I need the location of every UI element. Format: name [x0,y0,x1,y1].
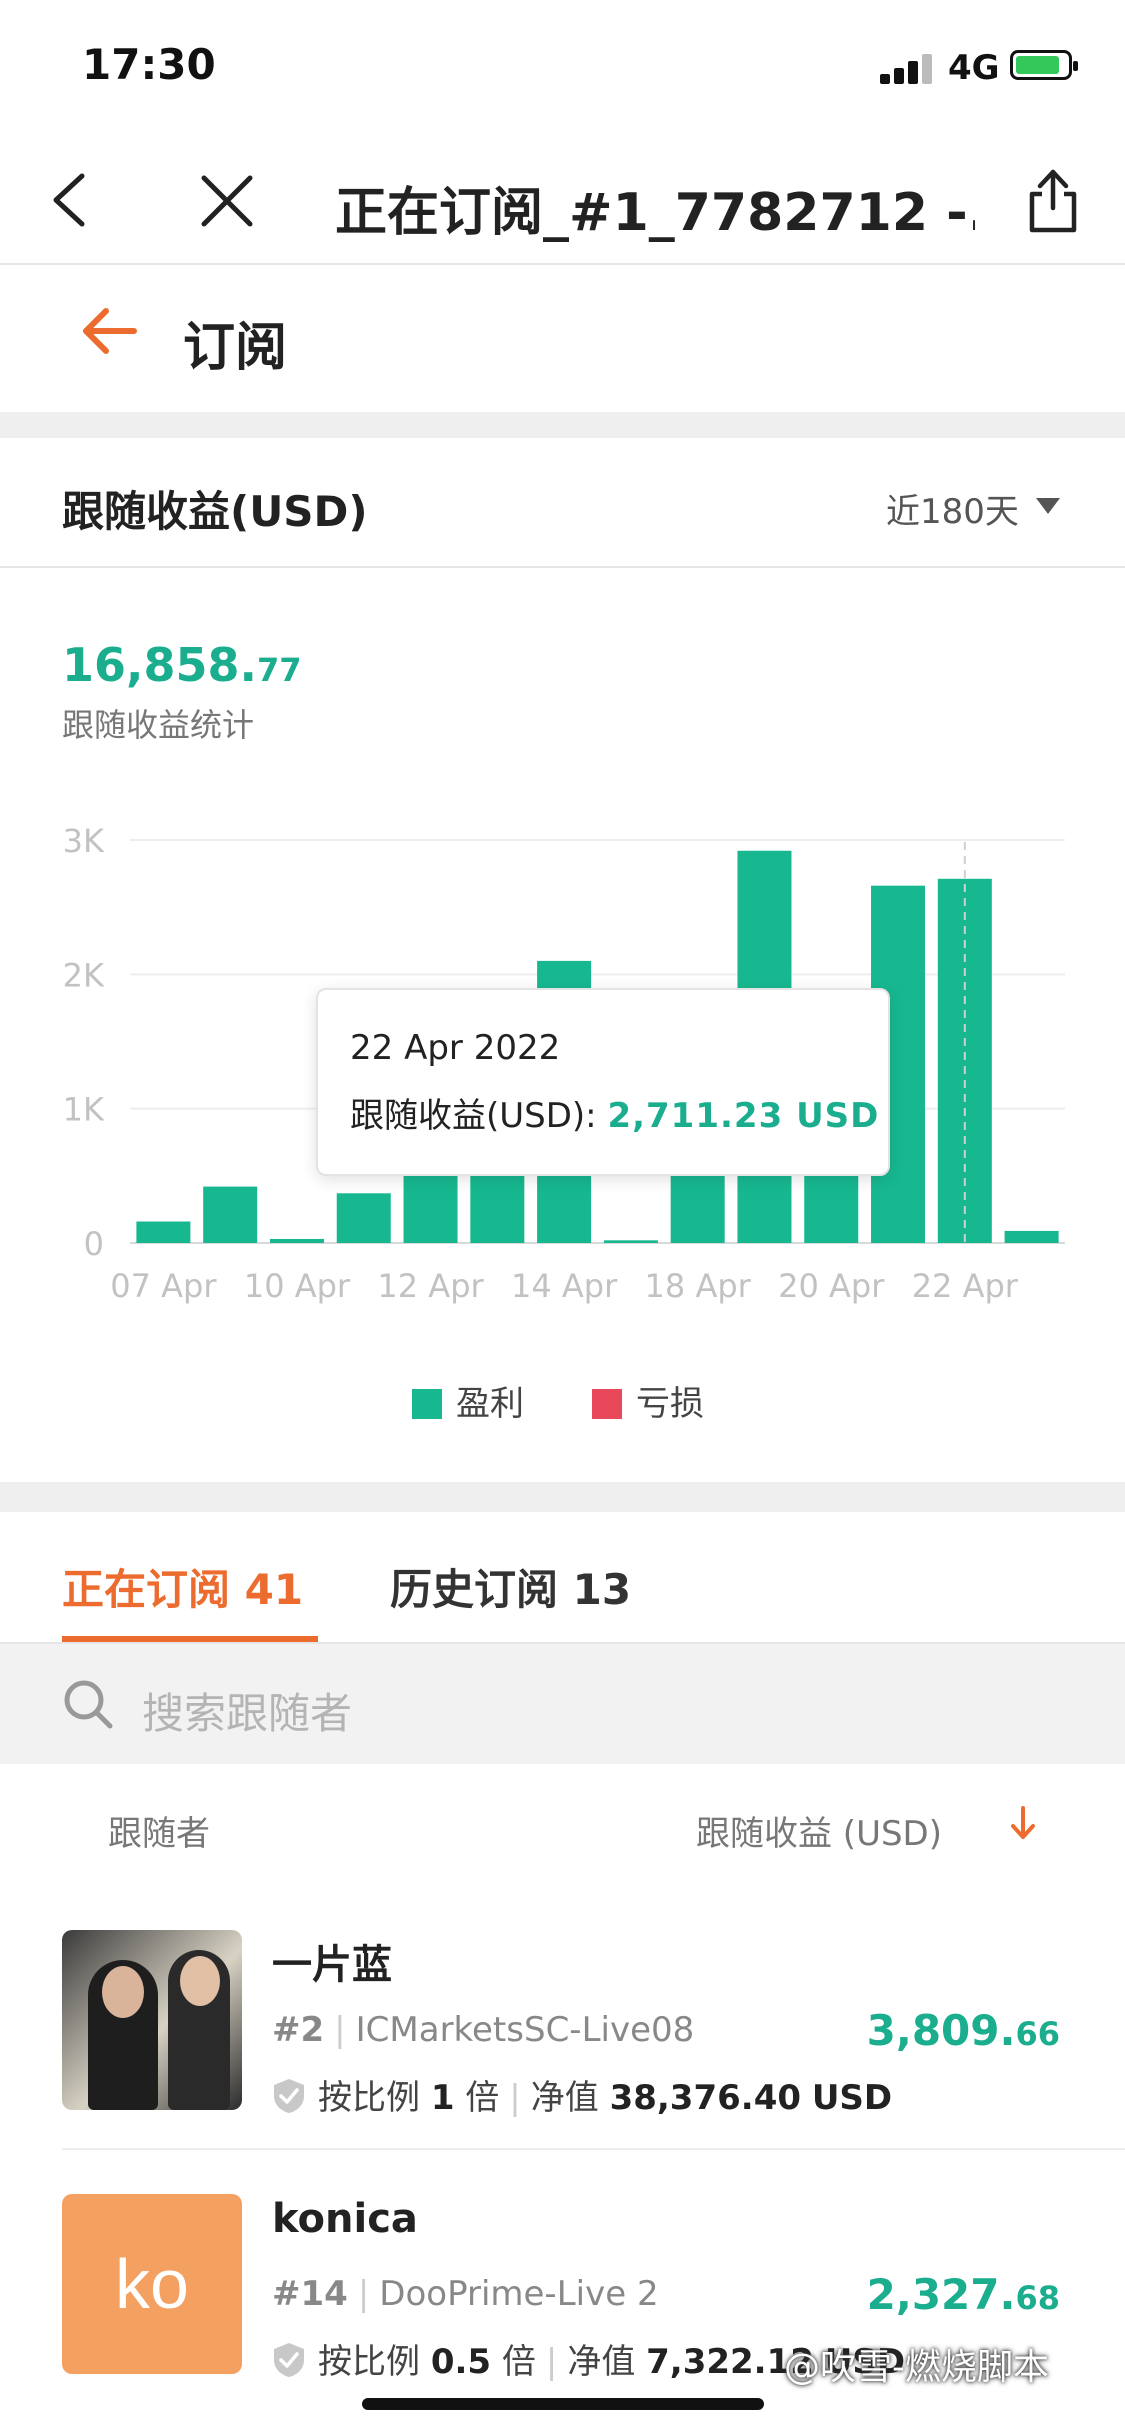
equity-label: 净值 [567,2342,636,2382]
x-tick-label: 10 Apr [244,1267,351,1305]
ratio-value: 1 [430,2078,455,2118]
follower-server: DooPrime-Live 2 [379,2274,659,2314]
total-earnings: 16,858.77 [62,638,302,692]
tooltip-line: 跟随收益(USD): 2,711.23 USD [350,1088,879,1137]
column-earnings[interactable]: 跟随收益 (USD) [696,1806,942,1855]
y-tick-label: 3K [63,822,105,860]
follower-earnings-dec: 66 [1015,2015,1060,2053]
bar [336,1193,391,1243]
follower-earnings-int: 2,327. [866,2270,1016,2319]
x-tick-label: 07 Apr [110,1267,217,1305]
section-gap [0,412,1125,438]
sort-down-icon[interactable] [1008,1804,1038,1844]
ratio-unit: 倍 [501,2342,536,2382]
total-earnings-label: 跟随收益统计 [62,706,255,744]
back-chevron-icon[interactable] [44,170,94,230]
divider [0,566,1125,568]
tab-history-label: 历史订阅 [390,1565,559,1614]
equity-value: 38,376.40 [609,2078,802,2118]
x-tick-label: 14 Apr [511,1267,618,1305]
follower-earnings-dec: 68 [1015,2279,1060,2317]
equity-label: 净值 [530,2078,599,2118]
follower-account: #14 | DooPrime-Live 2 [272,2274,659,2314]
follower-rank: #2 [272,2010,325,2050]
ratio-value: 0.5 [430,2342,492,2382]
follower-name: konica [272,2196,418,2242]
network-type: 4G [948,48,1000,88]
tab-subscribing[interactable]: 正在订阅 41 [62,1556,303,1617]
follower-earnings: 3,809.66 [760,2006,1060,2055]
follower-row[interactable]: 一片蓝 #2 | ICMarketsSC-Live08 3,809.66 按比例 1… [0,1886,1125,2150]
share-icon[interactable] [1024,164,1082,236]
legend-loss-label: 亏损 [636,1384,704,1424]
bar [1004,1230,1059,1243]
bar [203,1186,258,1243]
tooltip-date: 22 Apr 2022 [350,1028,561,1068]
tab-history[interactable]: 历史订阅 13 [390,1556,631,1617]
tab-subscribing-count: 41 [244,1565,304,1614]
tab-history-count: 13 [572,1565,632,1614]
ratio-label: 按比例 [318,2078,420,2118]
period-select[interactable]: 近180天 [886,484,1019,533]
watermark: @吹雪-燃烧脚本 [784,2347,1049,2388]
follower-earnings-int: 3,809. [866,2006,1016,2055]
total-earnings-dec: 77 [256,651,302,689]
back-arrow-icon[interactable] [80,306,138,356]
shield-check-icon [274,2079,304,2113]
column-follower: 跟随者 [108,1814,210,1854]
follower-meta: 按比例 1 倍 | 净值 38,376.40 USD [272,2070,892,2119]
x-tick-label: 20 Apr [778,1267,885,1305]
bar [603,1240,658,1243]
ratio-unit: 倍 [465,2078,500,2118]
status-time: 17:30 [82,40,216,89]
x-tick-label: 18 Apr [645,1267,752,1305]
legend-loss[interactable]: 亏损 [592,1376,704,1425]
follower-earnings: 2,327.68 [760,2270,1060,2319]
y-tick-label: 0 [84,1225,104,1263]
chart-tooltip: 22 Apr 2022 跟随收益(USD): 2,711.23 USD [316,988,890,1176]
legend-profit-swatch [412,1389,442,1419]
x-tick-label: 12 Apr [377,1267,484,1305]
ratio-label: 按比例 [318,2342,420,2382]
section-gap [0,1482,1125,1512]
avatar: ko [62,2194,242,2374]
signal-icon [880,54,936,84]
follower-server: ICMarketsSC-Live08 [355,2010,695,2050]
total-earnings-int: 16,858. [62,638,257,692]
tab-subscribing-label: 正在订阅 [62,1565,231,1614]
shield-check-icon [274,2343,304,2377]
tooltip-value: 2,711.23 USD [607,1096,880,1136]
battery-icon [1010,50,1078,80]
legend-profit-label: 盈利 [456,1384,524,1424]
x-tick-label: 22 Apr [912,1267,1019,1305]
follower-account: #2 | ICMarketsSC-Live08 [272,2010,695,2050]
bar [269,1238,324,1243]
close-icon[interactable] [198,172,256,230]
avatar [62,1930,242,2110]
follower-name: 一片蓝 [272,1942,392,1988]
page-title: 正在订阅_#1_7782712 -... [335,183,975,243]
earnings-title: 跟随收益(USD) [62,487,368,536]
follower-rank: #14 [272,2274,348,2314]
tooltip-label: 跟随收益(USD): [350,1096,597,1136]
equity-unit: USD [811,2078,893,2118]
header-title: 订阅 [183,318,288,378]
legend-profit[interactable]: 盈利 [412,1376,524,1425]
bar [136,1221,191,1243]
legend-loss-swatch [592,1389,622,1419]
search-icon [64,1680,113,1729]
y-tick-label: 2K [63,956,105,994]
home-indicator [362,2398,764,2410]
search-input[interactable]: 搜索跟随者 [142,1680,352,1741]
y-tick-label: 1K [63,1091,105,1129]
caret-down-icon[interactable] [1036,498,1060,514]
